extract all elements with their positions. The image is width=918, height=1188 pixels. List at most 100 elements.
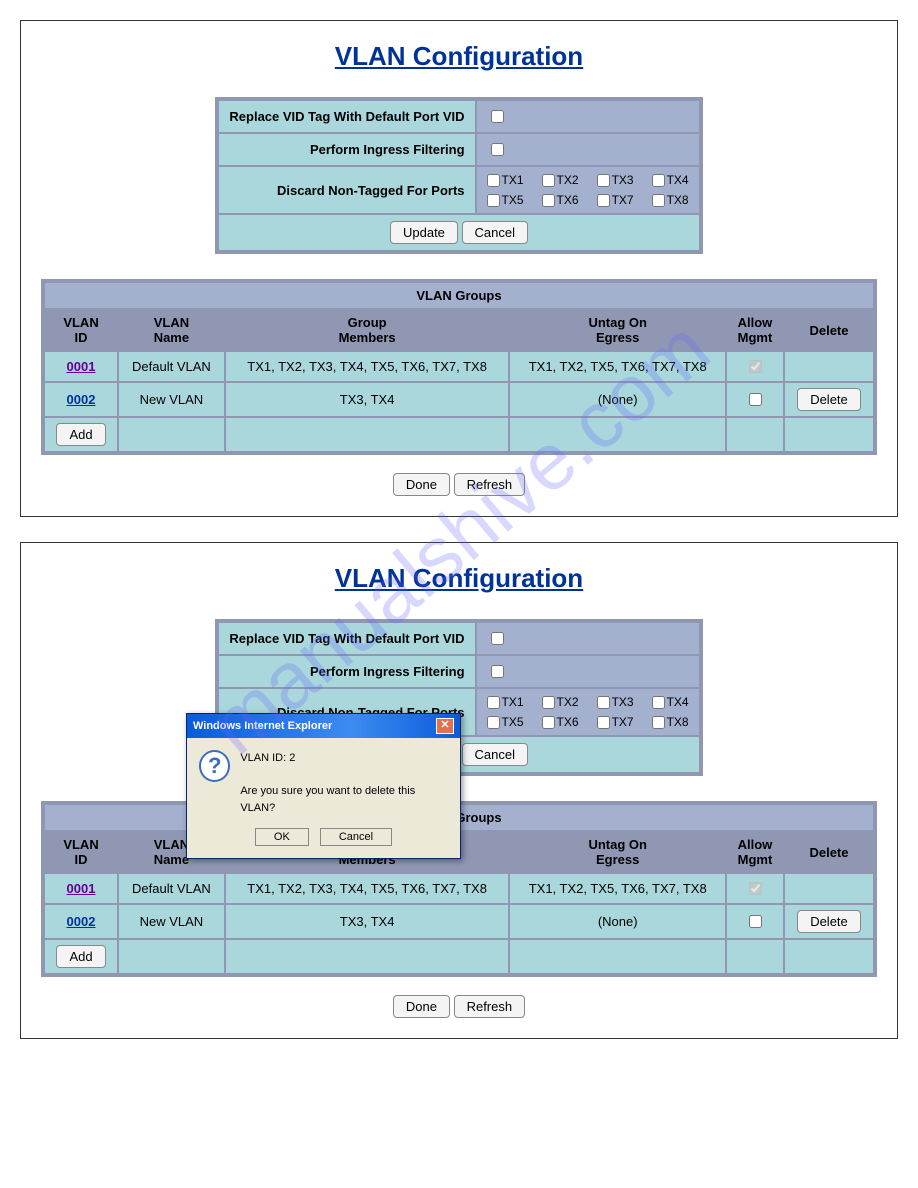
port-tx7-checkbox[interactable] — [597, 716, 610, 729]
table-row: Add — [45, 940, 873, 973]
col-delete: Delete — [785, 310, 873, 350]
port-tx1-checkbox[interactable] — [487, 174, 500, 187]
vlan-groups-table: VLAN Groups VLANID VLANName GroupMembers… — [41, 279, 877, 455]
replace-vid-label: Replace VID Tag With Default Port VID — [219, 623, 474, 654]
allow-mgmt-checkbox — [749, 360, 762, 373]
dialog-message: VLAN ID: 2 Are you sure you want to dele… — [240, 750, 448, 816]
ingress-filter-checkbox[interactable] — [491, 665, 504, 678]
port-tx8-checkbox[interactable] — [652, 716, 665, 729]
col-vlan-name: VLANName — [119, 310, 224, 350]
port-label: TX5 — [502, 193, 524, 207]
col-untag-egress: Untag OnEgress — [510, 310, 725, 350]
delete-row-button[interactable]: Delete — [797, 910, 861, 933]
port-tx5-checkbox[interactable] — [487, 194, 500, 207]
port-tx6-checkbox[interactable] — [542, 716, 555, 729]
port-label: TX8 — [667, 715, 689, 729]
port-label: TX3 — [612, 695, 634, 709]
config-panel-1: VLAN Configuration Replace VID Tag With … — [20, 20, 898, 517]
group-members-cell: TX3, TX4 — [226, 905, 509, 938]
refresh-button[interactable]: Refresh — [454, 473, 526, 496]
col-group-members: GroupMembers — [226, 310, 509, 350]
confirm-dialog: Windows Internet Explorer ✕ ? VLAN ID: 2… — [186, 713, 461, 859]
discard-nontagged-label: Discard Non-Tagged For Ports — [219, 167, 474, 213]
done-button[interactable]: Done — [393, 473, 450, 496]
port-tx6-checkbox[interactable] — [542, 194, 555, 207]
port-label: TX6 — [557, 715, 579, 729]
dialog-titlebar: Windows Internet Explorer ✕ — [187, 714, 460, 738]
untag-egress-cell: TX1, TX2, TX5, TX6, TX7, TX8 — [510, 874, 725, 903]
allow-mgmt-checkbox[interactable] — [749, 915, 762, 928]
port-tx3-checkbox[interactable] — [597, 696, 610, 709]
port-tx5-checkbox[interactable] — [487, 716, 500, 729]
port-label: TX2 — [557, 173, 579, 187]
port-label: TX1 — [502, 173, 524, 187]
group-members-cell: TX1, TX2, TX3, TX4, TX5, TX6, TX7, TX8 — [226, 352, 509, 381]
config-panel-2: VLAN Configuration Replace VID Tag With … — [20, 542, 898, 1039]
replace-vid-checkbox[interactable] — [491, 632, 504, 645]
port-label: TX1 — [502, 695, 524, 709]
cancel-button[interactable]: Cancel — [462, 743, 528, 766]
table-row: Add — [45, 418, 873, 451]
ingress-filter-label: Perform Ingress Filtering — [219, 134, 474, 165]
replace-vid-label: Replace VID Tag With Default Port VID — [219, 101, 474, 132]
table-row: 0002 New VLAN TX3, TX4 (None) Delete — [45, 383, 873, 416]
table-row: 0001 Default VLAN TX1, TX2, TX3, TX4, TX… — [45, 874, 873, 903]
untag-egress-cell: (None) — [510, 905, 725, 938]
port-tx7-checkbox[interactable] — [597, 194, 610, 207]
port-tx8-checkbox[interactable] — [652, 194, 665, 207]
dialog-ok-button[interactable]: OK — [255, 828, 309, 846]
question-icon: ? — [199, 750, 230, 782]
port-label: TX5 — [502, 715, 524, 729]
vlan-id-link[interactable]: 0001 — [67, 881, 96, 896]
vlan-name-cell: New VLAN — [119, 905, 224, 938]
port-label: TX7 — [612, 193, 634, 207]
port-tx4-checkbox[interactable] — [652, 174, 665, 187]
vlan-name-cell: Default VLAN — [119, 352, 224, 381]
port-label: TX7 — [612, 715, 634, 729]
col-vlan-id: VLANID — [45, 310, 117, 350]
col-untag-egress: Untag OnEgress — [510, 832, 725, 872]
allow-mgmt-checkbox[interactable] — [749, 393, 762, 406]
close-icon[interactable]: ✕ — [436, 718, 454, 734]
port-label: TX2 — [557, 695, 579, 709]
delete-row-button[interactable]: Delete — [797, 388, 861, 411]
port-tx1-checkbox[interactable] — [487, 696, 500, 709]
table-row: 0001 Default VLAN TX1, TX2, TX3, TX4, TX… — [45, 352, 873, 381]
ingress-filter-checkbox[interactable] — [491, 143, 504, 156]
untag-egress-cell: (None) — [510, 383, 725, 416]
groups-caption: VLAN Groups — [45, 283, 873, 308]
vlan-id-link[interactable]: 0001 — [67, 359, 96, 374]
allow-mgmt-checkbox — [749, 882, 762, 895]
vlan-id-link[interactable]: 0002 — [67, 914, 96, 929]
refresh-button[interactable]: Refresh — [454, 995, 526, 1018]
vlan-id-link[interactable]: 0002 — [67, 392, 96, 407]
cancel-button[interactable]: Cancel — [462, 221, 528, 244]
col-allow-mgmt: AllowMgmt — [727, 310, 783, 350]
col-allow-mgmt: AllowMgmt — [727, 832, 783, 872]
update-button[interactable]: Update — [390, 221, 458, 244]
port-grid: TX1 TX2 TX3 TX4 TX5 TX6 TX7 TX8 — [487, 173, 689, 207]
port-grid: TX1 TX2 TX3 TX4 TX5 TX6 TX7 TX8 — [487, 695, 689, 729]
port-label: TX4 — [667, 695, 689, 709]
port-tx2-checkbox[interactable] — [542, 174, 555, 187]
untag-egress-cell: TX1, TX2, TX5, TX6, TX7, TX8 — [510, 352, 725, 381]
group-members-cell: TX1, TX2, TX3, TX4, TX5, TX6, TX7, TX8 — [226, 874, 509, 903]
port-tx2-checkbox[interactable] — [542, 696, 555, 709]
vlan-name-cell: New VLAN — [119, 383, 224, 416]
replace-vid-checkbox[interactable] — [491, 110, 504, 123]
port-tx3-checkbox[interactable] — [597, 174, 610, 187]
add-vlan-button[interactable]: Add — [56, 945, 105, 968]
dialog-cancel-button[interactable]: Cancel — [320, 828, 392, 846]
port-tx4-checkbox[interactable] — [652, 696, 665, 709]
vlan-name-cell: Default VLAN — [119, 874, 224, 903]
col-vlan-id: VLANID — [45, 832, 117, 872]
page-title: VLAN Configuration — [31, 41, 887, 72]
settings-table: Replace VID Tag With Default Port VID Pe… — [215, 97, 702, 254]
port-label: TX8 — [667, 193, 689, 207]
table-row: 0002 New VLAN TX3, TX4 (None) Delete — [45, 905, 873, 938]
col-delete: Delete — [785, 832, 873, 872]
add-vlan-button[interactable]: Add — [56, 423, 105, 446]
port-label: TX3 — [612, 173, 634, 187]
ingress-filter-label: Perform Ingress Filtering — [219, 656, 474, 687]
done-button[interactable]: Done — [393, 995, 450, 1018]
